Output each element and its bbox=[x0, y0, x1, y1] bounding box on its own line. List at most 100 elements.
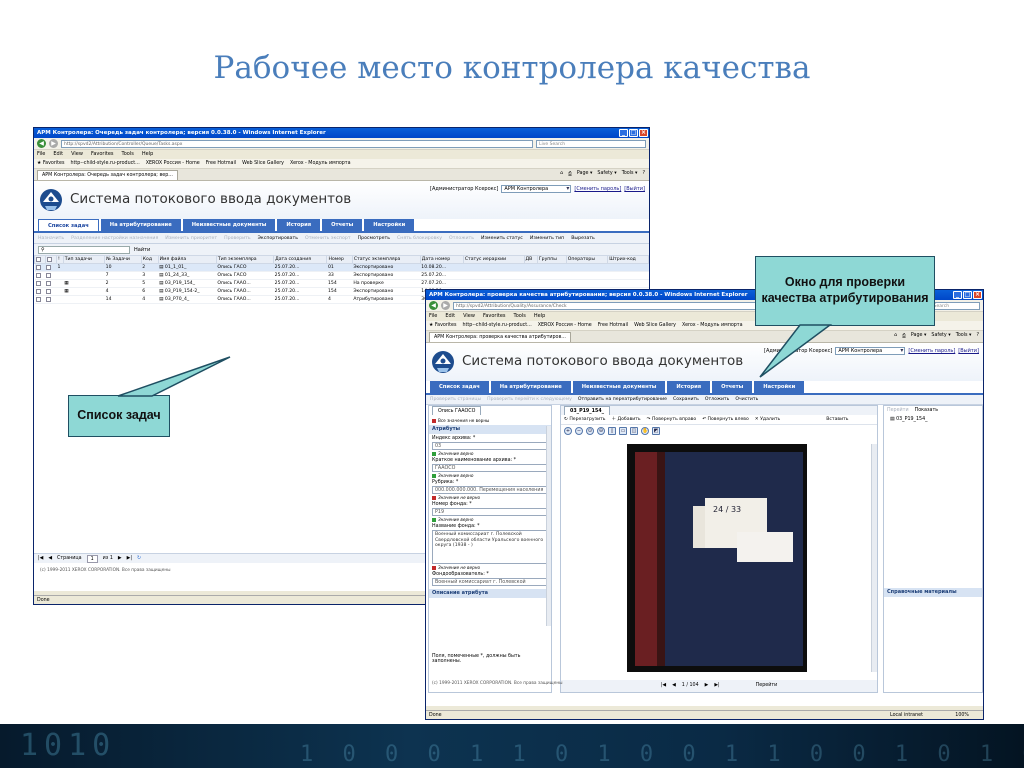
right-tool[interactable]: Перейти bbox=[887, 406, 909, 416]
favorite-link[interactable]: Xerox - Модуль импорта bbox=[290, 159, 351, 168]
fit-icon[interactable]: ⊙ bbox=[586, 426, 594, 435]
toolbar-action[interactable]: Отложить bbox=[449, 233, 474, 243]
column-header[interactable]: Группы bbox=[536, 255, 567, 264]
menu-item-file[interactable]: File bbox=[429, 312, 437, 321]
toolbar-action[interactable]: Назначить bbox=[38, 233, 64, 243]
row-checkbox-cell[interactable] bbox=[34, 263, 46, 272]
zoom-level[interactable]: 100% bbox=[955, 711, 969, 719]
toolbar-action[interactable]: Отправить на переатрибутирование bbox=[578, 395, 667, 404]
checkbox[interactable] bbox=[46, 288, 52, 294]
toolbar-action[interactable]: Экспортировать bbox=[258, 233, 298, 243]
checkbox[interactable] bbox=[46, 256, 52, 262]
nav-tab[interactable]: Неизвестные документы bbox=[572, 381, 666, 393]
viewer-tool[interactable]: ↷ Повернуть вправо bbox=[647, 415, 697, 424]
right-tool[interactable]: Показать bbox=[915, 406, 939, 416]
viewer-scrollbar[interactable] bbox=[871, 444, 877, 672]
nav-tab[interactable]: Список задач bbox=[430, 381, 489, 393]
nav-tab[interactable]: На атрибутирование bbox=[490, 381, 571, 393]
attribute-input[interactable]: ГААОСО bbox=[432, 464, 548, 472]
checkbox[interactable] bbox=[35, 296, 41, 302]
table-row[interactable]: ▦ 2 5 ▤ 03_P19_154_ Опись ГААО... 25.07.20...… bbox=[34, 279, 649, 288]
file-name-cell[interactable]: ▤ 01_24_33_ bbox=[158, 271, 217, 280]
close-button[interactable]: × bbox=[973, 291, 982, 299]
zoom-out-icon[interactable]: − bbox=[575, 426, 583, 435]
column-header[interactable]: Статус иерархии bbox=[462, 255, 525, 264]
print-icon[interactable]: ⎙ bbox=[568, 171, 572, 177]
menu-item-file[interactable]: File bbox=[37, 150, 45, 159]
menu-item-edit[interactable]: Edit bbox=[445, 312, 455, 321]
row-checkbox-cell[interactable] bbox=[34, 271, 46, 280]
inventory-tab[interactable]: Опись ГААОСО bbox=[432, 406, 482, 415]
forward-icon[interactable]: ▶ bbox=[49, 139, 58, 148]
toolbar-action[interactable]: Очистить bbox=[735, 395, 758, 404]
toolbar-action[interactable]: Разделение настройки назначения bbox=[71, 233, 158, 243]
page-number-input[interactable]: 1 bbox=[86, 555, 98, 563]
favorite-link[interactable]: XEROX Россия - Home bbox=[146, 159, 200, 168]
maximize-button[interactable]: □ bbox=[629, 129, 638, 137]
first-page-icon[interactable]: |◀ bbox=[38, 554, 43, 563]
insert-button[interactable]: Вставить bbox=[826, 415, 848, 424]
toolbar-action[interactable]: Изменить приоритет bbox=[165, 233, 217, 243]
right-list-item[interactable]: ▤ 03_P19_154_ bbox=[884, 416, 982, 424]
column-header[interactable]: Номер bbox=[326, 255, 353, 264]
nav-tab[interactable]: Отчеты bbox=[712, 381, 753, 393]
table-row[interactable]: 1 10 2 ▤ 01_1_01_ Опись ГАСО 25.07.20... 01 Экс… bbox=[34, 263, 649, 272]
toolbar-action[interactable]: Проверить страницы bbox=[430, 395, 481, 404]
column-header[interactable]: Дата создания bbox=[273, 255, 328, 264]
toolbar-action[interactable]: Проверить bbox=[224, 233, 251, 243]
nav-tab[interactable]: Список задач bbox=[38, 219, 99, 231]
attribute-input[interactable]: Военный комиссариат г. Полевской bbox=[432, 578, 548, 586]
menu-item-tools[interactable]: Tools bbox=[514, 312, 526, 321]
column-header[interactable]: Тип задачи bbox=[62, 255, 106, 264]
viewer-tool[interactable]: ↻ Перезагрузить bbox=[564, 415, 605, 424]
back-icon[interactable]: ◀ bbox=[37, 139, 46, 148]
table-row[interactable]: 7 3 ▤ 01_24_33_ Опись ГАСО 25.07.20... 33 Эксп… bbox=[34, 271, 649, 280]
zoom-in-icon[interactable]: + bbox=[564, 426, 572, 435]
toolbar-action[interactable]: Снять блокировку bbox=[397, 233, 442, 243]
toolbar-action[interactable]: Отложить bbox=[705, 395, 730, 404]
find-button[interactable]: Найти bbox=[134, 247, 150, 253]
checkbox[interactable] bbox=[36, 256, 41, 262]
row-checkbox-cell[interactable] bbox=[34, 295, 46, 304]
menu-item-view[interactable]: View bbox=[71, 150, 83, 159]
file-name-cell[interactable]: ▤ 03_P19_154_ bbox=[158, 279, 217, 288]
maximize-button[interactable]: □ bbox=[963, 291, 972, 299]
favorite-link[interactable]: Free Hotmail bbox=[206, 159, 236, 168]
toolbar-action[interactable]: Проверить перейти к следующему bbox=[487, 395, 572, 404]
live-search-input[interactable]: Live Search bbox=[536, 139, 646, 148]
back-icon[interactable]: ◀ bbox=[429, 301, 438, 310]
window-titlebar[interactable]: АРМ Контролера: Очередь задач контролера… bbox=[34, 128, 649, 138]
toolbar-action[interactable]: Изменить статус bbox=[481, 233, 523, 243]
favorite-link[interactable]: Free Hotmail bbox=[598, 321, 628, 330]
checkbox[interactable] bbox=[35, 272, 41, 278]
nav-tab[interactable]: История bbox=[667, 381, 711, 393]
column-header[interactable] bbox=[34, 255, 46, 264]
fit-width-icon[interactable]: ▯ bbox=[608, 426, 616, 435]
actual-size-icon[interactable]: ◫ bbox=[630, 426, 638, 435]
attribute-input[interactable]: 03 bbox=[432, 442, 548, 450]
checkbox[interactable] bbox=[35, 264, 41, 270]
grid-search-input[interactable]: ⚲ bbox=[38, 245, 130, 254]
nav-tab[interactable]: История bbox=[277, 219, 321, 231]
column-header[interactable]: Код bbox=[140, 255, 159, 264]
favorite-link[interactable]: Web Slice Gallery bbox=[634, 321, 676, 330]
file-name-cell[interactable]: ▤ 03_P70_4_ bbox=[158, 295, 217, 304]
url-input[interactable]: http://spvd2/Attribution/Controller/Queu… bbox=[61, 139, 533, 148]
nav-tab[interactable]: Настройки bbox=[754, 381, 805, 393]
nav-tab[interactable]: Неизвестные документы bbox=[182, 219, 276, 231]
column-header[interactable]: Имя файла bbox=[157, 255, 217, 264]
menu-item-favorites[interactable]: Favorites bbox=[91, 150, 114, 159]
checkbox[interactable] bbox=[35, 288, 41, 294]
viewer-tool[interactable]: ↶ Повернуть влево bbox=[702, 415, 749, 424]
favorite-link[interactable]: http--child-style.ru-product... bbox=[71, 159, 140, 168]
toolbar-action[interactable]: Вырезать bbox=[571, 233, 595, 243]
row-checkbox-cell[interactable] bbox=[34, 287, 46, 296]
minimize-button[interactable]: _ bbox=[953, 291, 962, 299]
column-header[interactable] bbox=[44, 255, 57, 264]
all-incorrect-toggle[interactable]: Все значения не верны bbox=[429, 416, 551, 423]
logout-link[interactable]: [Выйти] bbox=[958, 348, 979, 354]
column-header[interactable]: ! bbox=[55, 255, 64, 264]
checkbox[interactable] bbox=[46, 296, 52, 302]
checkbox[interactable] bbox=[46, 264, 52, 270]
browser-tab[interactable]: АРМ Контролера: проверка качества атрибу… bbox=[429, 332, 571, 342]
